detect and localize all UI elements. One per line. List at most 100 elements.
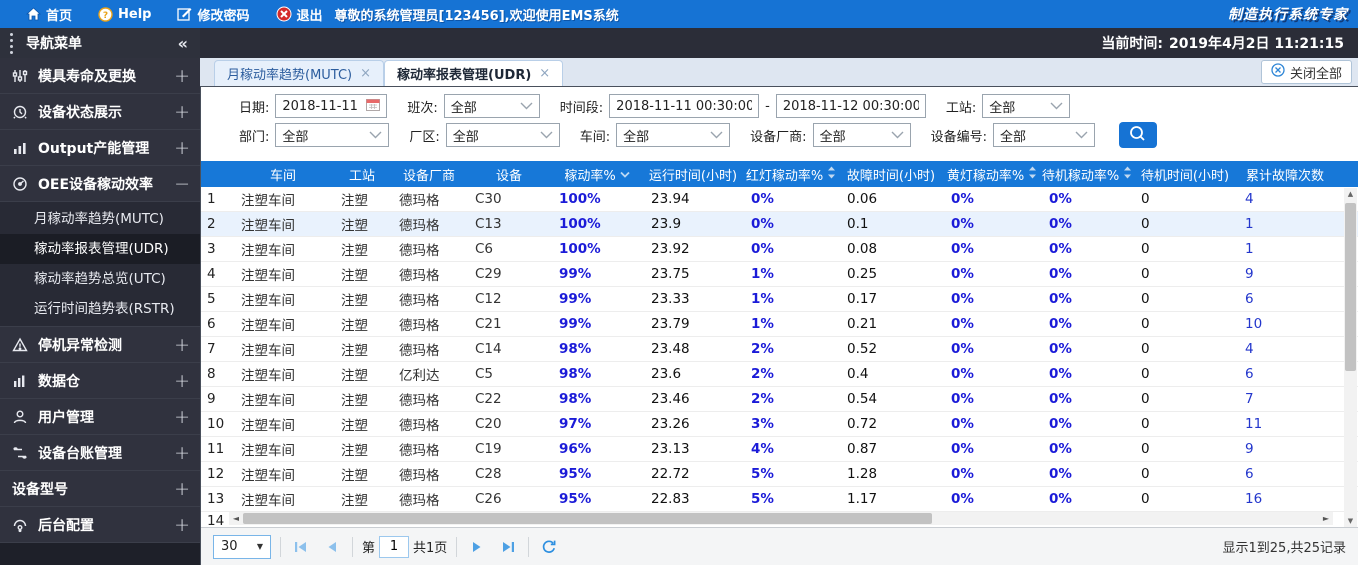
expander-icon[interactable]: +	[174, 478, 190, 500]
sort-updown-icon	[827, 166, 836, 183]
table-cell-workshop: 注塑车间	[241, 293, 295, 309]
horizontal-scrollbar[interactable]: ◄ ►	[229, 512, 1333, 525]
current-time-label: 当前时间:	[1101, 36, 1164, 52]
table-cell-index: 2	[207, 216, 216, 232]
time-to-input[interactable]	[775, 94, 926, 118]
table-cell-standby_hours: 0	[1141, 266, 1150, 282]
vertical-scroll-track[interactable]	[1344, 201, 1357, 515]
table-row[interactable]: 5 注塑车间 注塑 德玛格 C12 99% 23.33 1% 0.17 0% 0% 0 6	[201, 287, 1358, 312]
table-row[interactable]: 9 注塑车间 注塑 德玛格 C22 98% 23.46 2% 0.54 0% 0% 0 7	[201, 387, 1358, 412]
sidebar-item-backend-config[interactable]: 后台配置 +	[0, 507, 200, 543]
home-button[interactable]: 首页	[26, 5, 72, 24]
close-tab-icon[interactable]: ×	[539, 66, 550, 81]
sidebar-menu: 模具寿命及更换 + 设备状态展示 + Output产能管理 + OEE设备稼动效率 − 月稼动率…	[0, 58, 200, 543]
page-number-input[interactable]	[379, 535, 410, 558]
sidebar-item-output-capacity[interactable]: Output产能管理 +	[0, 130, 200, 166]
close-tab-icon[interactable]: ×	[360, 66, 371, 81]
table-row[interactable]: 7 注塑车间 注塑 德玛格 C14 98% 23.48 2% 0.52 0% 0% 0 4	[201, 337, 1358, 362]
table-row[interactable]: 13 注塑车间 注塑 德玛格 C26 95% 22.83 5% 1.17 0% 0% 0 16	[201, 487, 1358, 512]
column-header-fault_hours: 故障时间(小时)	[839, 161, 943, 187]
table-cell-yellow_rate: 0%	[951, 491, 974, 507]
shift-select[interactable]: 全部	[443, 94, 540, 118]
sidebar-item-equipment-ledger[interactable]: 设备台账管理 +	[0, 435, 200, 471]
device-no-select[interactable]: 全部	[992, 123, 1095, 147]
search-icon	[1129, 125, 1146, 145]
expander-icon[interactable]: +	[174, 442, 190, 464]
table-cell-red_rate: 0%	[751, 241, 774, 257]
expander-icon[interactable]: +	[174, 514, 190, 536]
time-from-input[interactable]	[609, 94, 760, 118]
scroll-up-icon[interactable]: ▲	[1348, 188, 1353, 201]
column-header-standby_rate[interactable]: 待机稼动率%	[1041, 161, 1133, 187]
horizontal-scroll-track[interactable]	[243, 512, 1319, 525]
table-row[interactable]: 6 注塑车间 注塑 德玛格 C21 99% 23.79 1% 0.21 0% 0% 0 10	[201, 312, 1358, 337]
brand-text: 制造执行系统专家	[1228, 7, 1348, 23]
scroll-left-icon[interactable]: ◄	[229, 512, 243, 525]
expander-icon[interactable]: −	[174, 173, 190, 195]
table-row[interactable]: 1 注塑车间 注塑 德玛格 C30 100% 23.94 0% 0.06 0% 0% 0 4	[201, 187, 1358, 212]
tab-udr[interactable]: 稼动率报表管理(UDR) ×	[384, 60, 564, 86]
sidebar-item-downtime-detect[interactable]: 停机异常检测 +	[0, 327, 200, 363]
column-header-yellow_rate[interactable]: 黄灯稼动率%	[943, 161, 1041, 187]
table-row[interactable]: 4 注塑车间 注塑 德玛格 C29 99% 23.75 1% 0.25 0% 0% 0 9	[201, 262, 1358, 287]
help-button[interactable]: ? Help	[98, 7, 151, 22]
sidebar-item-mold-life[interactable]: 模具寿命及更换 +	[0, 58, 200, 94]
calendar-icon[interactable]	[366, 98, 381, 115]
sidebar-item-label: 模具寿命及更换	[38, 68, 136, 85]
sidebar-subitem[interactable]: 稼动率报表管理(UDR)	[0, 234, 200, 264]
horizontal-scroll-thumb[interactable]	[243, 513, 932, 524]
sidebar-item-user-mgmt[interactable]: 用户管理 +	[0, 399, 200, 435]
prev-page-button[interactable]	[321, 536, 343, 558]
sidebar-item-device-model[interactable]: 设备型号 +	[0, 471, 200, 507]
vertical-scroll-thumb[interactable]	[1345, 203, 1356, 371]
first-page-button[interactable]	[290, 536, 312, 558]
expander-icon[interactable]: +	[174, 137, 190, 159]
sidebar-item-data-warehouse[interactable]: 数据仓 +	[0, 363, 200, 399]
table-row[interactable]: 11 注塑车间 注塑 德玛格 C19 96% 23.13 4% 0.87 0% 0% 0 9	[201, 437, 1358, 462]
plant-select[interactable]: 全部	[445, 123, 560, 147]
table-cell-device: C22	[475, 391, 502, 407]
vendor-select[interactable]: 全部	[812, 123, 911, 147]
sidebar-subitem[interactable]: 稼动率趋势总览(UTC)	[0, 264, 200, 294]
column-header-red_rate[interactable]: 红灯稼动率%	[743, 161, 839, 187]
sidebar-subitem[interactable]: 运行时间趋势表(RSTR)	[0, 294, 200, 324]
change-password-button[interactable]: 修改密码	[177, 5, 250, 24]
close-all-button[interactable]: 关闭全部	[1260, 60, 1352, 84]
next-page-button[interactable]	[466, 536, 488, 558]
collapse-sidebar-button[interactable]: «	[178, 34, 188, 53]
expander-icon[interactable]: +	[174, 406, 190, 428]
logout-button[interactable]: 退出	[276, 5, 323, 24]
table-cell-vendor: 德玛格	[399, 393, 440, 409]
sidebar-subitem[interactable]: 月稼动率趋势(MUTC)	[0, 204, 200, 234]
table-row[interactable]: 2 注塑车间 注塑 德玛格 C13 100% 23.9 0% 0.1 0% 0% 0 1	[201, 212, 1358, 237]
date-input[interactable]: 2018-11-11	[275, 94, 388, 118]
divider	[528, 536, 530, 557]
vertical-scrollbar[interactable]: ▲ ▼	[1344, 188, 1357, 528]
table-row[interactable]: 3 注塑车间 注塑 德玛格 C6 100% 23.92 0% 0.08 0% 0% 0 1	[201, 237, 1358, 262]
expander-icon[interactable]: +	[174, 101, 190, 123]
table-cell-standby_rate: 0%	[1049, 241, 1072, 257]
station-select[interactable]: 全部	[982, 94, 1071, 118]
sidebar-item-oee-efficiency[interactable]: OEE设备稼动效率 −	[0, 166, 200, 202]
table-row[interactable]: 10 注塑车间 注塑 德玛格 C20 97% 23.26 3% 0.72 0% 0% 0 11	[201, 412, 1358, 437]
table-row[interactable]: 12 注塑车间 注塑 德玛格 C28 95% 22.72 5% 1.28 0% 0% 0 6	[201, 462, 1358, 487]
expander-icon[interactable]: +	[174, 65, 190, 87]
tab-mutc[interactable]: 月稼动率趋势(MUTC) ×	[214, 60, 385, 86]
scroll-right-icon[interactable]: ►	[1319, 512, 1333, 525]
table-row[interactable]: 8 注塑车间 注塑 亿利达 C5 98% 23.6 2% 0.4 0% 0% 0 6	[201, 362, 1358, 387]
page-size-select[interactable]: 30 ▼	[213, 534, 271, 559]
sidebar-item-device-status[interactable]: 设备状态展示 +	[0, 94, 200, 130]
expander-icon[interactable]: +	[174, 334, 190, 356]
station-label: 工站:	[945, 100, 977, 116]
partial-row-strip: 14 ◄ ►	[201, 512, 1358, 528]
table-cell-standby_rate: 0%	[1049, 441, 1072, 457]
workshop-select[interactable]: 全部	[616, 123, 731, 147]
device-no-value: 全部	[999, 129, 1026, 145]
dept-select[interactable]: 全部	[275, 123, 390, 147]
column-header-utilization[interactable]: 稼动率%	[551, 161, 643, 187]
gear-icon	[12, 516, 32, 534]
expander-icon[interactable]: +	[174, 370, 190, 392]
search-button[interactable]	[1118, 122, 1157, 148]
refresh-button[interactable]	[538, 536, 560, 558]
last-page-button[interactable]	[497, 536, 519, 558]
